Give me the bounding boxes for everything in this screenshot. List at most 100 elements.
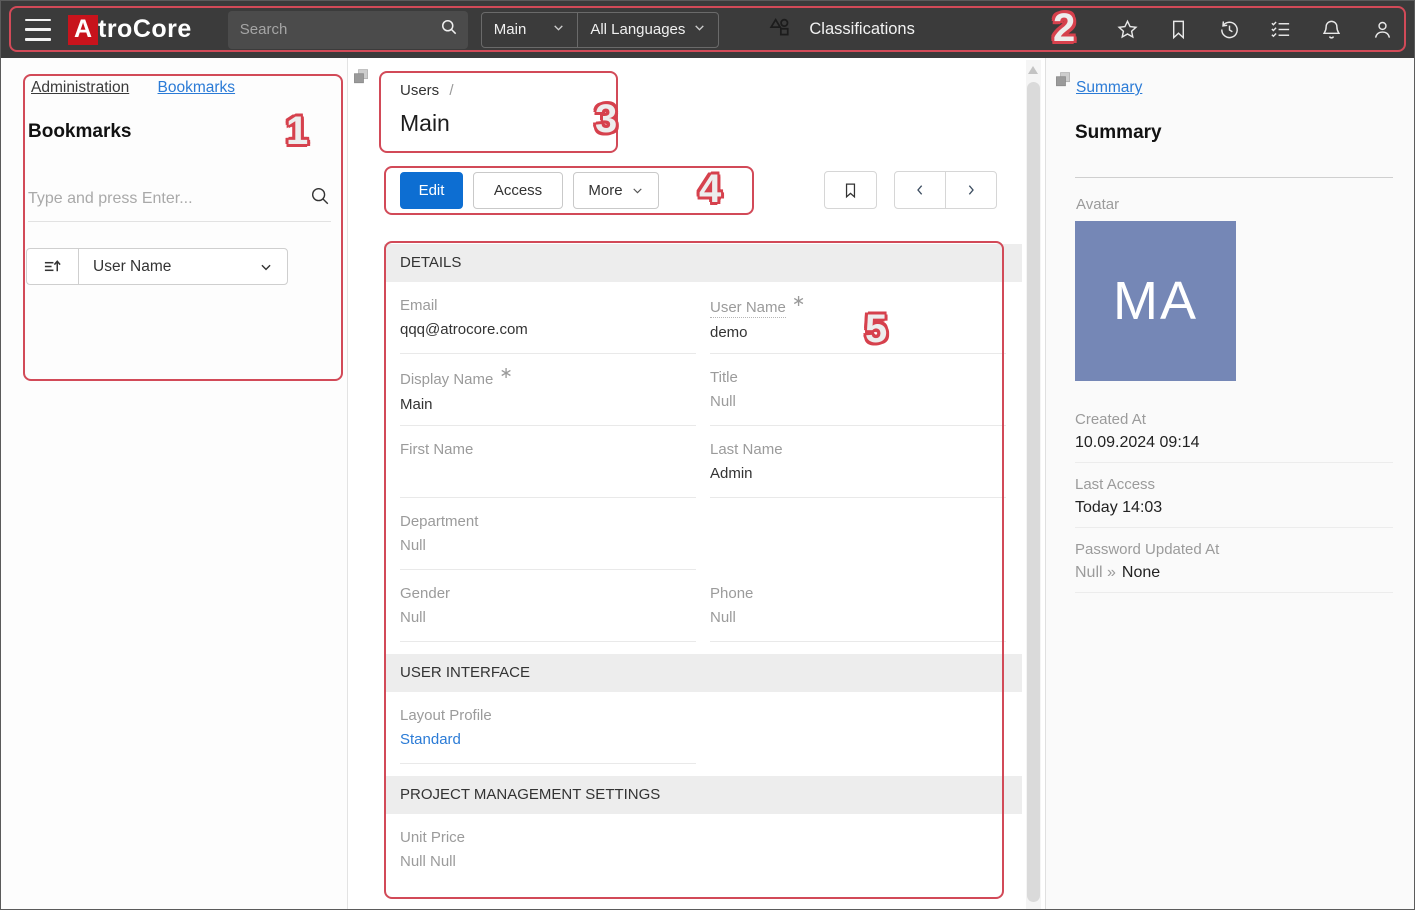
access-button[interactable]: Access (473, 172, 563, 209)
vertical-scrollbar[interactable] (1026, 60, 1041, 909)
breadcrumb-users-link[interactable]: Users (400, 82, 439, 99)
section-header[interactable]: PROJECT MANAGEMENT SETTINGS (384, 776, 1022, 814)
bookmark-record-button[interactable] (824, 171, 877, 209)
field-value-text: Today 14:03 (1075, 499, 1162, 516)
field-value: Null (400, 609, 696, 629)
required-asterisk: ∗ (792, 293, 805, 310)
navbar-icons (1115, 1, 1394, 58)
collapse-left-panel-icon[interactable] (352, 68, 370, 91)
field-label: Email (400, 297, 438, 314)
entity-title: Classifications (809, 20, 914, 39)
field-value-text: None (1122, 564, 1160, 581)
section-header[interactable]: DETAILS (384, 244, 1022, 282)
collapse-right-panel-icon[interactable] (1054, 71, 1072, 94)
field-value: Main (400, 396, 696, 416)
more-button[interactable]: More (573, 172, 659, 209)
avatar-field-label: Avatar (1076, 196, 1119, 213)
sort-field-value: User Name (93, 258, 259, 276)
global-search-input[interactable] (240, 21, 439, 38)
layout-profile-select[interactable]: Main (482, 13, 578, 47)
field-cell: DepartmentNull (400, 498, 696, 570)
language-select-value: All Languages (590, 21, 685, 38)
checklist-icon[interactable] (1268, 18, 1292, 42)
field-value-link[interactable]: Standard (400, 731, 696, 751)
language-select[interactable]: All Languages (577, 13, 718, 47)
field-label: User Name (710, 299, 786, 318)
chevron-down-icon (552, 21, 565, 38)
favorites-star-icon[interactable] (1115, 18, 1139, 42)
summary-side-panel: Summary Summary Avatar MA Created At 10.0… (1045, 58, 1415, 910)
field-value: qqq@atrocore.com (400, 321, 696, 341)
sort-field-select[interactable]: User Name (79, 249, 287, 284)
field-value: Null (400, 537, 696, 557)
field-label: Title (710, 369, 738, 386)
field-cell: Gender Null (400, 570, 696, 642)
field-cell: Email qqq@atrocore.com (400, 282, 696, 354)
field-value: Null (710, 393, 1006, 413)
logo-text: troCore (98, 15, 192, 44)
app-window: A troCore Main All Languages (0, 0, 1415, 910)
avatar[interactable]: MA (1075, 221, 1236, 381)
field-label: Layout Profile (400, 707, 492, 724)
record-detail-sections: DETAILS Email qqq@atrocore.com User Name ∗ de… (384, 244, 1022, 898)
field-cell: Display Name∗Main (400, 354, 696, 426)
field-label: Unit Price (400, 829, 465, 846)
bookmarks-icon[interactable] (1166, 18, 1190, 42)
breadcrumb: Administration Bookmarks (31, 79, 235, 97)
previous-record-button[interactable] (895, 172, 945, 208)
more-button-label: More (588, 182, 622, 199)
bookmarks-search (28, 176, 331, 222)
field-value: demo (710, 324, 1006, 344)
sort-order-button[interactable] (27, 249, 79, 284)
chevron-right-icon (963, 182, 979, 198)
top-navbar: A troCore Main All Languages (1, 1, 1415, 58)
user-profile-icon[interactable] (1370, 18, 1394, 42)
summary-title: Summary (1075, 122, 1162, 144)
detail-section: DETAILS Email qqq@atrocore.com User Name ∗ de… (384, 244, 1022, 642)
detail-section: PROJECT MANAGEMENT SETTINGS Unit Price Nul… (384, 776, 1022, 886)
empty-cell (710, 814, 1006, 886)
app-logo[interactable]: A troCore (68, 15, 192, 45)
field-cell: User Name ∗ demo (710, 282, 1006, 354)
entity-header: Classifications (767, 15, 914, 45)
summary-tab-link[interactable]: Summary (1076, 79, 1142, 97)
divider (1075, 177, 1393, 178)
field-cell: Last Name Admin (710, 426, 1006, 498)
scrollbar-thumb[interactable] (1027, 82, 1040, 902)
hamburger-menu-icon[interactable] (25, 19, 51, 41)
search-icon[interactable] (309, 185, 331, 212)
bookmarks-search-input[interactable] (28, 190, 309, 208)
field-value (400, 465, 696, 485)
field-value: Null (710, 609, 1006, 629)
breadcrumb: Users / (400, 82, 454, 99)
field-label: Last Name (710, 441, 783, 458)
breadcrumb-administration-link[interactable]: Administration (31, 79, 129, 96)
bookmarks-sort-row: User Name (26, 248, 288, 285)
field-cell: Layout Profile Standard (400, 692, 696, 764)
scrollbar-up-arrow[interactable] (1028, 66, 1038, 74)
field-value: Null Null (400, 853, 696, 873)
field-label: Password Updated At (1075, 541, 1393, 558)
field-value: Admin (710, 465, 1006, 485)
field-value: 10.09.2024 09:14 (1075, 434, 1393, 452)
chevron-down-icon (259, 260, 273, 274)
record-pagination (894, 171, 997, 209)
notifications-bell-icon[interactable] (1319, 18, 1343, 42)
search-icon[interactable] (439, 17, 459, 42)
empty-cell (710, 692, 1006, 764)
layout-profile-select-value: Main (494, 21, 527, 38)
edit-button[interactable]: Edit (400, 172, 463, 209)
field-label: Gender (400, 585, 450, 602)
field-cell: First Name (400, 426, 696, 498)
summary-field: Password Updated AtNull »None (1075, 528, 1393, 593)
history-icon[interactable] (1217, 18, 1241, 42)
section-header[interactable]: USER INTERFACE (384, 654, 1022, 692)
empty-cell (710, 498, 1006, 570)
chevron-down-icon (631, 184, 644, 197)
field-label: Last Access (1075, 476, 1393, 493)
breadcrumb-bookmarks-link[interactable]: Bookmarks (158, 79, 236, 96)
next-record-button[interactable] (945, 172, 996, 208)
field-label: Display Name (400, 371, 493, 388)
field-label: Created At (1075, 411, 1393, 428)
detail-section: USER INTERFACE Layout Profile Standard (384, 654, 1022, 764)
